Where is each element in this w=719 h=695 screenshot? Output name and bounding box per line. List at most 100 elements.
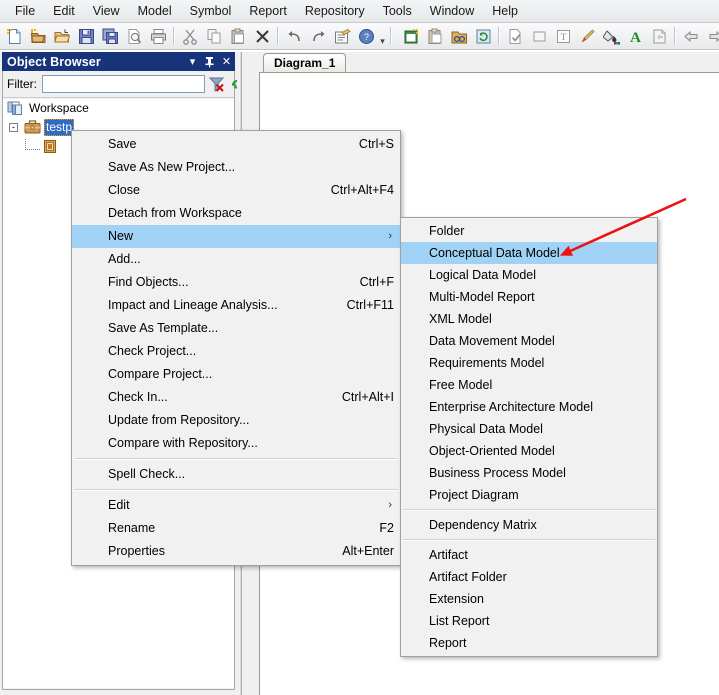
context-menu-item-compare-project[interactable]: Compare Project...	[72, 363, 400, 386]
context-menu-item-spell-check[interactable]: Spell Check...	[72, 463, 400, 486]
check-model-button[interactable]	[504, 25, 526, 47]
context-menu-item-close[interactable]: Close Ctrl+Alt+F4	[72, 179, 400, 202]
forward-button[interactable]	[704, 25, 719, 47]
print-preview-button[interactable]	[123, 25, 145, 47]
menu-view[interactable]: View	[84, 1, 129, 22]
submenu-item-report[interactable]: Report	[401, 632, 657, 654]
cut-button[interactable]	[179, 25, 201, 47]
submenu-item-folder[interactable]: Folder	[401, 220, 657, 242]
context-menu-item-check-in[interactable]: Check In... Ctrl+Alt+I	[72, 386, 400, 409]
print-preview-icon	[128, 28, 141, 44]
back-button[interactable]	[680, 25, 702, 47]
submenu-item-enterprise-architecture-model[interactable]: Enterprise Architecture Model	[401, 396, 657, 418]
submenu-item-project-diagram[interactable]: Project Diagram	[401, 484, 657, 506]
submenu-item-multi-model-report[interactable]: Multi-Model Report	[401, 286, 657, 308]
menu-accel: Ctrl+F11	[346, 298, 394, 312]
symbol-button[interactable]	[528, 25, 550, 47]
save-all-button[interactable]	[99, 25, 121, 47]
new-package-button[interactable]	[27, 25, 49, 47]
context-menu-separator	[74, 489, 398, 491]
menu-label: Check In...	[108, 390, 168, 404]
submenu-item-data-movement-model[interactable]: Data Movement Model	[401, 330, 657, 352]
context-menu-item-new[interactable]: New ›	[72, 225, 400, 248]
menu-tools[interactable]: Tools	[374, 1, 421, 22]
menu-dropdown-icon[interactable]: ▾	[184, 53, 201, 70]
paste-special-icon	[428, 28, 441, 44]
open-button[interactable]	[51, 25, 73, 47]
menu-window[interactable]: Window	[421, 1, 483, 22]
context-menu-item-impact-and-lineage-analysis[interactable]: Impact and Lineage Analysis... Ctrl+F11	[72, 294, 400, 317]
submenu-item-free-model[interactable]: Free Model	[401, 374, 657, 396]
submenu-item-extension[interactable]: Extension	[401, 588, 657, 610]
context-menu-item-save-as-template[interactable]: Save As Template...	[72, 317, 400, 340]
menu-repository[interactable]: Repository	[296, 1, 374, 22]
submenu-item-artifact[interactable]: Artifact	[401, 544, 657, 566]
menu-report[interactable]: Report	[240, 1, 296, 22]
refresh-button[interactable]	[472, 25, 494, 47]
pin-icon[interactable]	[201, 53, 218, 70]
project-context-menu: Save Ctrl+S Save As New Project... Close…	[71, 130, 401, 566]
menu-help[interactable]: Help	[483, 1, 527, 22]
new-document-button[interactable]	[3, 25, 25, 47]
redo-button[interactable]	[307, 25, 329, 47]
undo-button[interactable]	[283, 25, 305, 47]
tree-expander-project[interactable]: -	[9, 123, 18, 132]
save-button[interactable]	[75, 25, 97, 47]
symbol-icon	[533, 31, 545, 41]
filter-input[interactable]	[42, 75, 205, 93]
submenu-item-physical-data-model[interactable]: Physical Data Model	[401, 418, 657, 440]
svg-text:A: A	[630, 30, 641, 45]
toolbar-group-standard: ?	[0, 25, 397, 47]
submenu-item-business-process-model[interactable]: Business Process Model	[401, 462, 657, 484]
browse-model-button[interactable]	[448, 25, 470, 47]
tree-node-workspace[interactable]: Workspace	[3, 99, 234, 118]
submenu-item-object-oriented-model[interactable]: Object-Oriented Model	[401, 440, 657, 462]
submenu-item-artifact-folder[interactable]: Artifact Folder	[401, 566, 657, 588]
text-frame-button[interactable]: T	[552, 25, 574, 47]
export-button[interactable]	[648, 25, 670, 47]
refresh-icon	[476, 29, 490, 43]
fill-color-button[interactable]	[600, 25, 622, 47]
toolbar-overflow-button[interactable]	[378, 26, 387, 46]
properties-button[interactable]	[331, 25, 353, 47]
menu-file[interactable]: File	[6, 1, 44, 22]
submenu-item-dependency-matrix[interactable]: Dependency Matrix	[401, 514, 657, 536]
font-color-button[interactable]: A	[624, 25, 646, 47]
delete-button[interactable]	[251, 25, 273, 47]
context-menu-item-save[interactable]: Save Ctrl+S	[72, 133, 400, 156]
context-menu-item-compare-with-repository[interactable]: Compare with Repository...	[72, 432, 400, 455]
fill-color-icon	[602, 29, 620, 44]
copy-button[interactable]	[203, 25, 225, 47]
menu-edit[interactable]: Edit	[44, 1, 84, 22]
context-menu-item-update-from-repository[interactable]: Update from Repository...	[72, 409, 400, 432]
brush-button[interactable]	[576, 25, 598, 47]
object-browser-titlebar: Object Browser ▾ ✕	[2, 52, 235, 71]
menu-label: Artifact Folder	[429, 569, 507, 584]
tab-diagram-1[interactable]: Diagram_1	[263, 53, 347, 72]
context-menu-item-check-project[interactable]: Check Project...	[72, 340, 400, 363]
submenu-item-requirements-model[interactable]: Requirements Model	[401, 352, 657, 374]
print-button[interactable]	[147, 25, 169, 47]
brush-icon	[581, 28, 595, 42]
context-menu-item-properties[interactable]: Properties Alt+Enter	[72, 540, 400, 563]
context-menu-item-find-objects[interactable]: Find Objects... Ctrl+F	[72, 271, 400, 294]
context-menu-item-detach-from-workspace[interactable]: Detach from Workspace	[72, 202, 400, 225]
new-diagram-button[interactable]	[400, 25, 422, 47]
submenu-item-list-report[interactable]: List Report	[401, 610, 657, 632]
chevron-right-icon: ›	[388, 230, 392, 242]
submenu-item-xml-model[interactable]: XML Model	[401, 308, 657, 330]
paste-button[interactable]	[227, 25, 249, 47]
context-menu-item-save-as-new-project[interactable]: Save As New Project...	[72, 156, 400, 179]
context-menu-item-add[interactable]: Add...	[72, 248, 400, 271]
menu-symbol[interactable]: Symbol	[181, 1, 241, 22]
submenu-item-conceptual-data-model[interactable]: Conceptual Data Model	[401, 242, 657, 264]
context-menu-item-edit[interactable]: Edit ›	[72, 494, 400, 517]
help-button[interactable]: ?	[355, 25, 377, 47]
close-icon[interactable]: ✕	[218, 53, 235, 70]
delete-icon	[255, 29, 269, 43]
clear-filter-button[interactable]	[207, 74, 226, 94]
menu-model[interactable]: Model	[129, 1, 181, 22]
context-menu-item-rename[interactable]: Rename F2	[72, 517, 400, 540]
paste-special-button[interactable]	[424, 25, 446, 47]
submenu-item-logical-data-model[interactable]: Logical Data Model	[401, 264, 657, 286]
